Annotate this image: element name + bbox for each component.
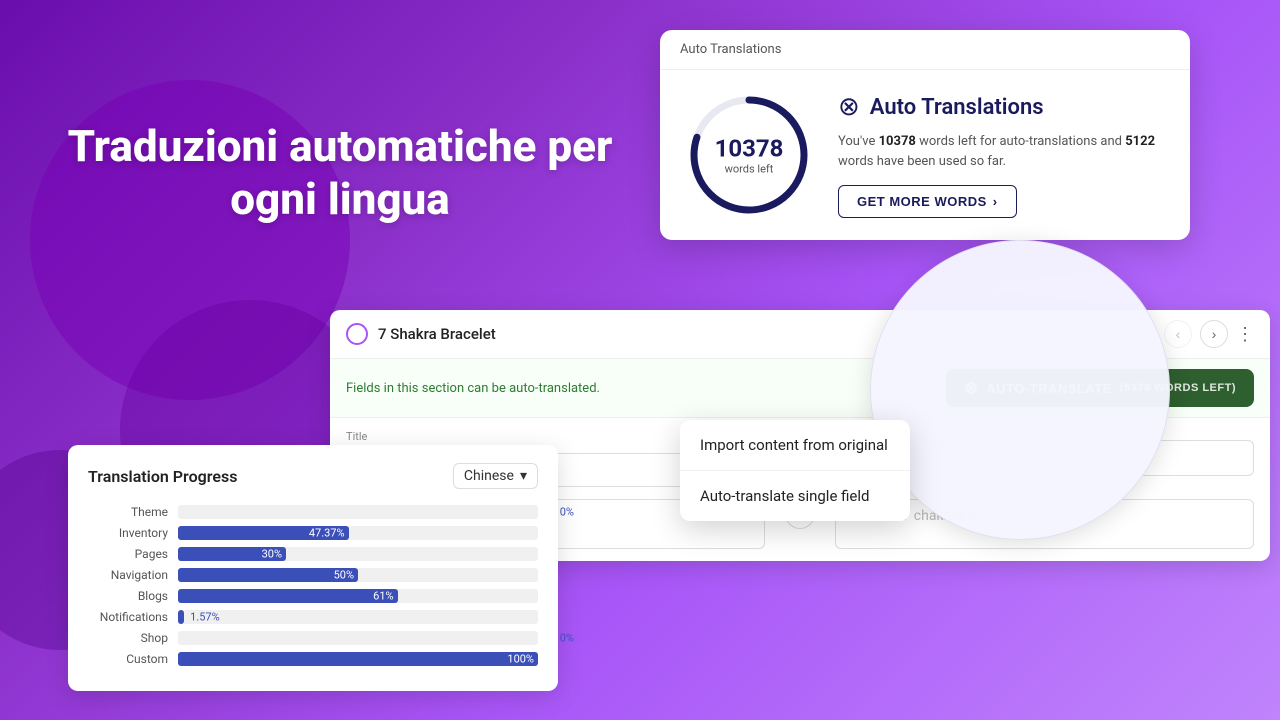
- words-circle-text: 10378 words left: [715, 135, 784, 176]
- get-more-label: GET MORE WORDS: [857, 194, 987, 209]
- bar-track: 47.37%: [178, 526, 538, 540]
- bar-track: 100%: [178, 652, 538, 666]
- auto-translations-card: Auto Translations 10378 words left ⊗ Aut…: [660, 30, 1190, 240]
- bar-label: Blogs: [88, 589, 178, 603]
- desc-part1: You've: [838, 134, 879, 149]
- dropdown-auto-translate-single[interactable]: Auto-translate single field: [680, 471, 910, 521]
- words-label: words left: [715, 163, 784, 176]
- chevron-down-icon: ▾: [520, 468, 527, 484]
- words-circle: 10378 words left: [684, 90, 814, 220]
- words-number: 10378: [715, 135, 784, 163]
- progress-title: Translation Progress: [88, 467, 237, 486]
- dropdown-popup: Import content from original Auto-transl…: [680, 420, 910, 521]
- hero-line1: Traduzioni automatiche per: [68, 120, 613, 172]
- bar-percentage: 100%: [507, 653, 534, 666]
- card-title-row: ⊗ Auto Translations: [838, 92, 1166, 122]
- bar-percentage: 1.57%: [190, 611, 220, 624]
- zoom-circle-overlay: [870, 240, 1170, 540]
- bar-percentage: 47.37%: [309, 527, 345, 540]
- bar-track: 50%: [178, 568, 538, 582]
- card-main-title: Auto Translations: [870, 95, 1044, 120]
- progress-bar-row: Pages 30%: [88, 547, 538, 561]
- bar-percentage: 0%: [560, 632, 574, 645]
- bar-fill: 61%: [178, 589, 398, 603]
- chevron-right-icon: ›: [993, 194, 998, 209]
- progress-bar-row: Inventory 47.37%: [88, 526, 538, 540]
- auto-translate-note: Fields in this section can be auto-trans…: [346, 381, 600, 396]
- bar-fill: 30%: [178, 547, 286, 561]
- card-header: Auto Translations: [660, 30, 1190, 70]
- language-label: Chinese: [464, 468, 514, 484]
- editor-nav-icons: ‹ › ⋮: [1164, 320, 1254, 348]
- bar-label: Theme: [88, 505, 178, 519]
- desc-part3: words have been used so far.: [838, 154, 1006, 169]
- bar-track: 1.57%: [178, 610, 538, 624]
- desc-words-used: 5122: [1125, 134, 1155, 149]
- bar-percentage: 30%: [262, 548, 282, 561]
- bar-fill: 1.57%: [178, 610, 184, 624]
- product-circle-icon: [346, 323, 368, 345]
- bar-label: Pages: [88, 547, 178, 561]
- desc-part2: words left for auto-translations and: [916, 134, 1125, 149]
- progress-bar-row: Navigation 50%: [88, 568, 538, 582]
- bar-label: Navigation: [88, 568, 178, 582]
- hero-text: Traduzioni automatiche per ogni lingua: [20, 120, 660, 226]
- progress-card: Translation Progress Chinese ▾ Theme0%In…: [68, 445, 558, 691]
- progress-bar-row: Custom 100%: [88, 652, 538, 666]
- bar-fill: 100%: [178, 652, 538, 666]
- bar-label: Notifications: [88, 610, 178, 624]
- progress-header: Translation Progress Chinese ▾: [88, 463, 538, 489]
- bar-track: 0%: [178, 631, 538, 645]
- card-body: 10378 words left ⊗ Auto Translations You…: [660, 70, 1190, 240]
- bar-track: 30%: [178, 547, 538, 561]
- card-desc: You've 10378 words left for auto-transla…: [838, 132, 1166, 171]
- progress-bars: Theme0%Inventory47.37%Pages30%Navigation…: [88, 505, 538, 666]
- bar-track: 0%: [178, 505, 538, 519]
- bar-label: Custom: [88, 652, 178, 666]
- card-right: ⊗ Auto Translations You've 10378 words l…: [838, 92, 1166, 218]
- progress-bar-row: Theme0%: [88, 505, 538, 519]
- card-header-label: Auto Translations: [680, 42, 781, 57]
- bar-label: Inventory: [88, 526, 178, 540]
- get-more-words-button[interactable]: GET MORE WORDS ›: [838, 185, 1017, 218]
- nav-next-button[interactable]: ›: [1200, 320, 1228, 348]
- bar-fill: 50%: [178, 568, 358, 582]
- hero-line2: ogni lingua: [230, 173, 450, 225]
- more-options-icon[interactable]: ⋮: [1236, 324, 1254, 345]
- desc-words-left: 10378: [879, 134, 916, 149]
- bar-percentage: 0%: [560, 506, 574, 519]
- progress-bar-row: Notifications1.57%: [88, 610, 538, 624]
- bar-fill: 47.37%: [178, 526, 349, 540]
- progress-bar-row: Blogs 61%: [88, 589, 538, 603]
- language-selector[interactable]: Chinese ▾: [453, 463, 538, 489]
- nav-prev-button[interactable]: ‹: [1164, 320, 1192, 348]
- dropdown-import-content[interactable]: Import content from original: [680, 420, 910, 471]
- bar-track: 61%: [178, 589, 538, 603]
- bar-percentage: 61%: [373, 590, 393, 603]
- progress-bar-row: Shop0%: [88, 631, 538, 645]
- bar-percentage: 50%: [334, 569, 354, 582]
- translate-icon: ⊗: [838, 92, 860, 122]
- bar-label: Shop: [88, 631, 178, 645]
